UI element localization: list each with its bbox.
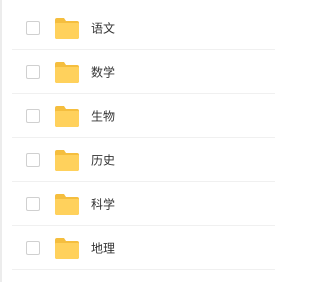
row-checkbox[interactable]	[26, 108, 40, 123]
list-item[interactable]: 语文	[12, 6, 275, 50]
folder-icon	[55, 17, 79, 39]
folder-icon	[55, 193, 79, 215]
list-item[interactable]: 地理	[12, 226, 275, 270]
row-checkbox[interactable]	[26, 240, 40, 255]
left-divider	[0, 0, 2, 282]
folder-name[interactable]: 生物	[91, 107, 115, 124]
folder-name[interactable]: 数学	[91, 63, 115, 80]
folder-icon	[55, 105, 79, 127]
folder-icon	[55, 61, 79, 83]
folder-list: 语文 数学 生物 历史 科学 地理	[12, 6, 275, 270]
file-list-panel: 语文 数学 生物 历史 科学 地理	[0, 0, 275, 282]
list-item[interactable]: 数学	[12, 50, 275, 94]
folder-icon	[55, 149, 79, 171]
folder-name[interactable]: 历史	[91, 151, 115, 168]
folder-name[interactable]: 地理	[91, 239, 115, 256]
row-checkbox[interactable]	[26, 152, 40, 167]
list-item[interactable]: 生物	[12, 94, 275, 138]
row-checkbox[interactable]	[26, 20, 40, 35]
row-checkbox[interactable]	[26, 64, 40, 79]
row-checkbox[interactable]	[26, 196, 40, 211]
list-item[interactable]: 历史	[12, 138, 275, 182]
folder-name[interactable]: 语文	[91, 19, 115, 36]
list-item[interactable]: 科学	[12, 182, 275, 226]
folder-icon	[55, 237, 79, 259]
folder-name[interactable]: 科学	[91, 195, 115, 212]
